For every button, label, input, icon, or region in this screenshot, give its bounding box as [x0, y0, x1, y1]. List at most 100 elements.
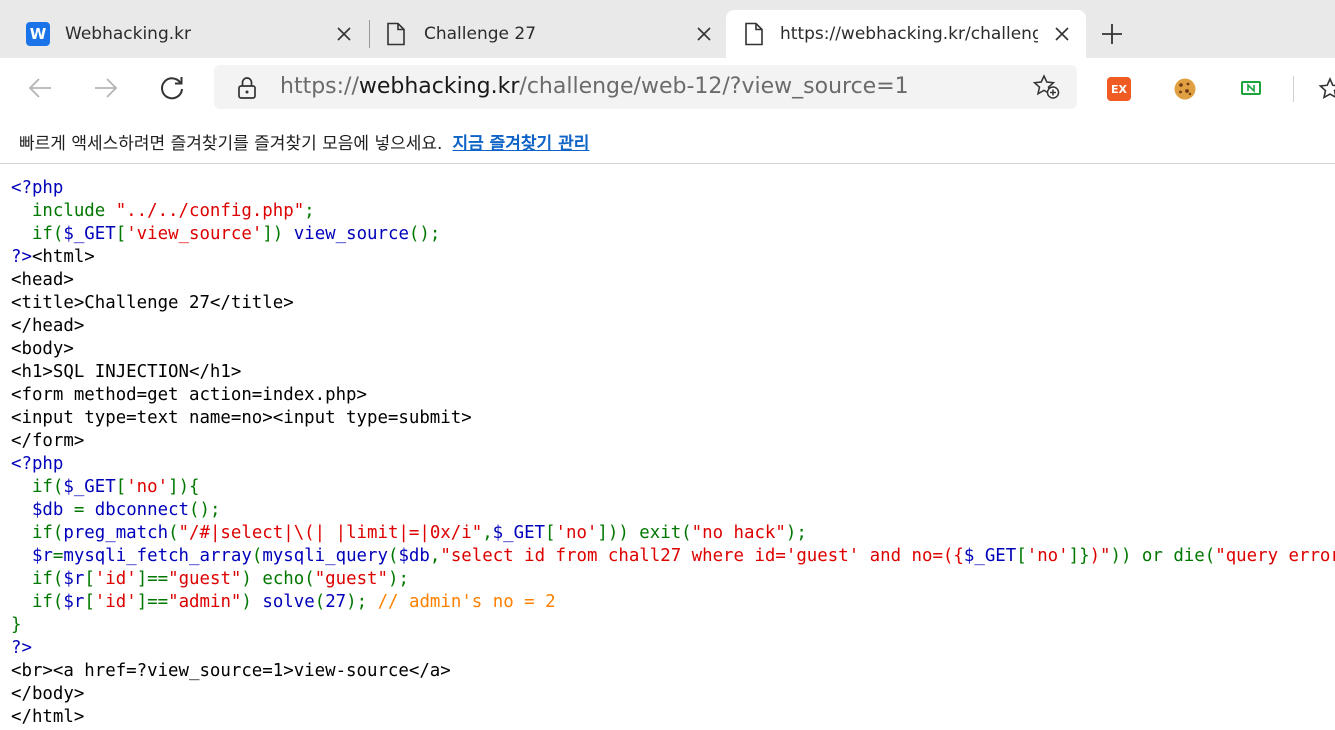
back-button[interactable] — [22, 70, 58, 106]
close-tab-icon[interactable] — [332, 22, 356, 46]
source-line: ?> — [11, 637, 1335, 660]
source-line: if(preg_match("/#|select|\(| |limit|=|0x… — [11, 522, 1335, 545]
source-token: ?> — [11, 638, 32, 658]
close-tab-icon[interactable] — [692, 22, 716, 46]
source-token: // admin's no = 2 — [377, 592, 556, 612]
close-tab-icon[interactable] — [1050, 22, 1074, 46]
tab-active-view-source[interactable]: https://webhacking.kr/challenge/ — [726, 10, 1086, 58]
source-token: <title>Challenge 27</title> — [11, 293, 294, 313]
source-token: = — [52, 546, 64, 566]
source-line: </html> — [11, 706, 1335, 729]
source-line: <?php — [11, 453, 1335, 476]
source-token: ])) exit( — [597, 523, 692, 543]
source-token: <head> — [11, 270, 74, 290]
refresh-button[interactable] — [154, 70, 190, 106]
new-tab-button[interactable] — [1098, 20, 1126, 48]
source-line: <?php — [11, 177, 1335, 200]
source-line: if($_GET['view_source']) view_source(); — [11, 223, 1335, 246]
source-line: <body> — [11, 338, 1335, 361]
source-line: <form method=get action=index.php> — [11, 384, 1335, 407]
source-token: </body> — [11, 684, 85, 704]
source-token: ) echo( — [241, 569, 315, 589]
source-token: ]== — [136, 569, 169, 589]
source-token: [ — [1016, 546, 1027, 566]
source-token: } — [11, 615, 22, 635]
source-token: if( — [11, 592, 64, 612]
source-token: preg_match — [63, 523, 169, 543]
page-icon — [744, 22, 764, 46]
source-token: "query error" — [1215, 546, 1335, 566]
cookie-extension-icon[interactable] — [1172, 76, 1198, 102]
tab-title: Webhacking.kr — [65, 24, 191, 44]
source-token: mysqli_query — [262, 546, 388, 566]
source-line: $db = dbconnect(); — [11, 499, 1335, 522]
source-token: [ — [84, 569, 95, 589]
source-token: <br><a href=?view_source=1>view-source</… — [11, 661, 451, 681]
page-icon — [386, 22, 406, 46]
source-token: (); — [189, 500, 221, 520]
source-token: 'no' — [1026, 546, 1069, 566]
source-token: $_GET — [63, 477, 116, 497]
add-favorite-star-icon[interactable] — [1032, 74, 1061, 104]
source-line: $r=mysqli_fetch_array(mysqli_query($db,"… — [11, 545, 1335, 568]
source-token: solve — [262, 592, 315, 612]
source-token: if( — [11, 224, 64, 244]
tab-title: https://webhacking.kr/challenge/ — [780, 24, 1038, 44]
source-token: <h1>SQL INJECTION</h1> — [11, 362, 242, 382]
address-bar[interactable]: https://webhacking.kr/challenge/web-12/?… — [214, 65, 1077, 109]
source-token: ); — [346, 592, 378, 612]
address-url[interactable]: https://webhacking.kr/challenge/web-12/?… — [280, 65, 909, 109]
source-token: (); — [408, 224, 441, 244]
source-token: [ — [115, 477, 127, 497]
source-line: if($_GET['no']){ — [11, 476, 1335, 499]
source-line: if($r['id']=="guest") echo("guest"); — [11, 568, 1335, 591]
source-token: dbconnect — [94, 500, 190, 520]
extension-ex-icon[interactable]: EX — [1106, 76, 1132, 102]
source-token: include — [11, 201, 116, 221]
source-token: 'view_source' — [126, 224, 263, 244]
favorites-bar: 빠르게 액세스하려면 즐겨찾기를 즐겨찾기 모음에 넣으세요. 지금 즐겨찾기 … — [0, 120, 1335, 164]
source-line: include "../../config.php"; — [11, 200, 1335, 223]
source-token: ]} — [1068, 546, 1090, 566]
browser-toolbar: https://webhacking.kr/challenge/web-12/?… — [0, 58, 1335, 120]
source-line: ?><html> — [11, 246, 1335, 269]
source-line: <head> — [11, 269, 1335, 292]
source-token: <form method=get action=index.php> — [11, 385, 367, 405]
source-token: )" — [1089, 546, 1111, 566]
url-host: webhacking.kr — [358, 74, 520, 99]
source-token: if( — [11, 523, 64, 543]
source-token: ( — [314, 592, 326, 612]
source-token: ); — [388, 569, 409, 589]
source-token: $db — [398, 546, 430, 566]
source-token: if( — [11, 477, 64, 497]
tab-strip: W Webhacking.kr Challenge 27 https://web… — [0, 0, 1335, 58]
source-token: <body> — [11, 339, 74, 359]
source-token: , — [429, 546, 441, 566]
source-token: $r — [63, 569, 85, 589]
url-path: /challenge/web-12/?view_source=1 — [519, 74, 909, 99]
tab-title: Challenge 27 — [424, 24, 537, 44]
source-line: <br><a href=?view_source=1>view-source</… — [11, 660, 1335, 683]
forward-button[interactable] — [88, 70, 124, 106]
source-token: <?php — [11, 454, 64, 474]
source-token: </form> — [11, 431, 85, 451]
source-token: $r — [11, 546, 53, 566]
source-token: "select id from chall27 where id='guest'… — [440, 546, 964, 566]
source-token: 'id' — [94, 569, 137, 589]
source-token: <html> — [31, 247, 95, 267]
favorites-star-icon[interactable] — [1317, 76, 1335, 102]
source-token: "guest" — [168, 569, 242, 589]
lock-icon[interactable] — [236, 76, 258, 104]
green-extension-icon[interactable] — [1238, 76, 1264, 102]
source-token: ( — [387, 546, 399, 566]
tab-webhacking[interactable]: W Webhacking.kr — [12, 10, 362, 58]
source-token: if( — [11, 569, 64, 589]
source-token: )) or die( — [1110, 546, 1216, 566]
manage-favorites-link[interactable]: 지금 즐겨찾기 관리 — [452, 129, 589, 154]
source-line: </body> — [11, 683, 1335, 706]
tab-challenge-27[interactable]: Challenge 27 — [372, 10, 722, 58]
tab-divider — [369, 20, 370, 48]
source-token: [ — [545, 523, 556, 543]
source-line: </form> — [11, 430, 1335, 453]
source-token: ]) — [262, 224, 294, 244]
